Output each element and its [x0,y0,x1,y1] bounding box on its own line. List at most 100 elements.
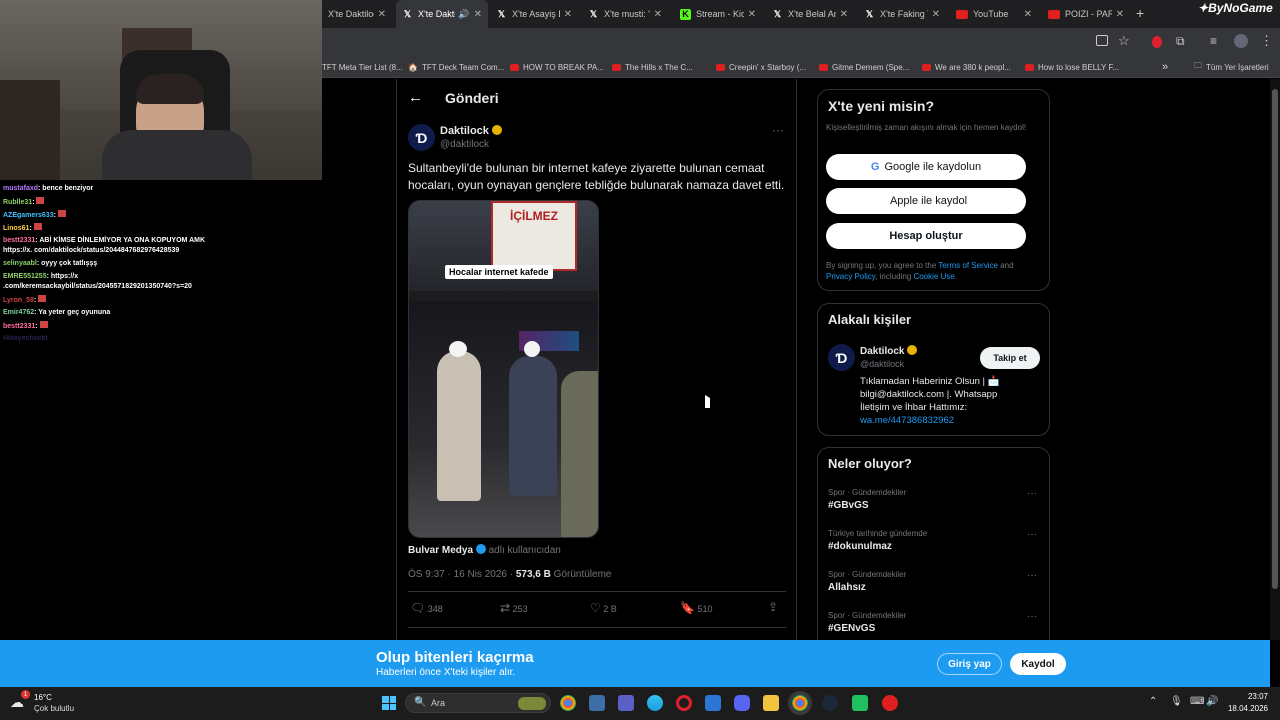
speaker-icon[interactable]: 🔊 [458,9,469,20]
author-name[interactable]: Daktilock [440,125,502,137]
new-tab-button[interactable]: + [1136,5,1144,21]
repost-button[interactable]: ⇄ 253 [500,601,528,615]
youtube-app-icon[interactable] [882,695,898,711]
tab-title: X'te Asayiş B [512,9,560,19]
google-signup-button[interactable]: G Google ile kaydolun [826,154,1026,180]
extensions-icon[interactable]: ⧉ [1176,34,1185,49]
opera-icon[interactable] [676,695,692,711]
bookmark-item[interactable]: Creepin' x Starboy (... [716,56,806,78]
weather-temp[interactable]: 16°C [34,693,52,702]
author-avatar[interactable]: Ɗ [408,124,435,151]
bookmark-item[interactable]: We are 380 k peopl... [922,56,1011,78]
trend-item[interactable]: Spor · Gündemdekiler #GBvGS ··· [828,488,1043,524]
teams-icon[interactable] [618,695,634,711]
related-avatar[interactable]: Ɗ [828,344,855,371]
trend-item[interactable]: Türkiye tarihinde gündemde #dokunulmaz ·… [828,529,1043,565]
all-bookmarks[interactable]: 🗀 Tüm Yer İşaretleri [1194,56,1269,78]
page-scrollbar[interactable] [1270,79,1280,640]
volume-icon[interactable]: 🔊 [1206,696,1218,707]
cast-icon[interactable] [1096,35,1108,46]
share-icon[interactable]: ⇪ [768,600,778,614]
kick-app-icon[interactable] [852,695,868,711]
apple-signup-button[interactable]: Apple ile kaydol [826,188,1026,214]
more-icon[interactable]: ··· [1027,488,1037,499]
media-icon[interactable]: ≡ [1210,34,1217,48]
microphone-icon[interactable]: 🎙 [1170,696,1183,707]
login-button[interactable]: Giriş yap [937,653,1002,675]
bookmark-item[interactable]: The Hills x The C... [612,56,693,78]
post-media[interactable]: İÇİLMEZ Hocalar internet kafede [408,200,599,538]
tab-close-icon[interactable]: ✕ [564,9,572,20]
chrome-active-icon[interactable] [788,691,812,715]
tab-close-icon[interactable]: ✕ [474,9,482,20]
tab-close-icon[interactable]: ✕ [748,9,756,20]
like-button[interactable]: ♡ 2 B [590,601,617,615]
tab[interactable]: POIZI - PARL ✕ [1042,0,1130,28]
steam-icon[interactable] [822,695,838,711]
tray-chevron-icon[interactable]: ⌃ [1149,696,1157,707]
scrollbar-thumb[interactable] [1272,89,1278,589]
more-icon[interactable]: ··· [1027,570,1037,581]
chrome-icon[interactable] [560,695,576,711]
store-icon[interactable] [589,695,605,711]
signup-button[interactable]: Kaydol [1010,653,1066,675]
chat-text: https://x. com/daktilock/status/20448476… [3,247,180,254]
bookmark-item[interactable]: How to lose BELLY F... [1025,56,1119,78]
clock-time[interactable]: 23:07 [1228,692,1268,701]
related-handle[interactable]: @daktilock [860,359,904,369]
profile-avatar[interactable] [1234,34,1248,48]
related-bio-link[interactable]: wa.me/447386832962 [860,415,954,426]
windows-start-icon[interactable] [382,696,396,710]
follow-button[interactable]: Takip et [980,347,1040,369]
discord-icon[interactable] [734,695,750,711]
post-timestamp[interactable]: ÖS 9:37 · 16 Nis 2026 · [408,569,516,580]
menu-icon[interactable]: ⋮ [1260,33,1273,49]
reply-button[interactable]: 🗨 348 [410,601,443,615]
tab-close-icon[interactable]: ✕ [378,9,386,20]
opera-extension-icon[interactable] [1152,36,1162,48]
edge-icon[interactable] [647,695,663,711]
terms-link[interactable]: Terms of Service [938,261,998,270]
bookmark-button[interactable]: 🔖 510 [680,601,713,615]
bookmark-item[interactable]: TFT Meta Tier List (8... [322,56,403,78]
more-icon[interactable]: ··· [1027,611,1037,622]
file-explorer-icon[interactable] [763,695,779,711]
bookmarks-overflow-button[interactable]: » [1162,56,1168,78]
tab-close-icon[interactable]: ✕ [654,9,662,20]
weather-desc[interactable]: Çok bulutlu [34,704,74,713]
tab[interactable]: 𝕏 X'te Asayiş B ✕ [490,0,578,28]
trend-item[interactable]: Spor · Gündemdekiler #GENvGS ··· [828,611,1043,640]
more-icon[interactable]: ··· [1027,529,1037,540]
network-icon[interactable]: ⌨ [1190,696,1204,707]
bookmark-item[interactable]: HOW TO BREAK PA... [510,56,604,78]
bookmark-item[interactable]: 🏠 TFT Deck Team Com... [408,56,504,78]
tab-close-icon[interactable]: ✕ [932,9,940,20]
create-account-button[interactable]: Hesap oluştur [826,223,1026,249]
media-source[interactable]: Bulvar Medya adlı kullanıcıdan [408,544,561,556]
bookmark-item[interactable]: Gitme Demem (Spe... [819,56,909,78]
chat-text: bence benziyor [42,185,94,192]
trend-tag: #dokunulmaz [828,541,892,552]
tab[interactable]: 𝕏 X'te Belal An ✕ [766,0,854,28]
tab[interactable]: YouTube ✕ [950,0,1038,28]
tab[interactable]: 𝕏 X'te musti: " ✕ [582,0,668,28]
tab[interactable]: K Stream - Kick ✕ [674,0,762,28]
trend-item[interactable]: Spor · Gündemdekiler Allahsız ··· [828,570,1043,606]
back-arrow-icon[interactable]: ← [408,89,423,106]
taskbar-search[interactable]: 🔍 Ara [405,693,551,713]
cookie-link[interactable]: Cookie Use [913,272,954,281]
tab[interactable]: X'te Daktilock ✕ [322,0,392,28]
tab-close-icon[interactable]: ✕ [840,9,848,20]
tab-active[interactable]: 𝕏 X'te Daktilock 🔊 ✕ [396,0,488,28]
tab-close-icon[interactable]: ✕ [1024,9,1032,20]
author-handle[interactable]: @daktilock [440,139,489,150]
tab-close-icon[interactable]: ✕ [1116,9,1124,20]
clock-date[interactable]: 18.04.2026 [1222,704,1268,713]
tab[interactable]: 𝕏 X'te Faking T ✕ [858,0,946,28]
related-name[interactable]: Daktilock [860,345,918,357]
privacy-link[interactable]: Privacy Policy [826,272,875,281]
bookmark-icon: 🔖 [680,601,695,615]
star-icon[interactable]: ☆ [1118,33,1130,49]
mail-icon[interactable] [705,695,721,711]
more-icon[interactable]: ··· [772,123,784,137]
